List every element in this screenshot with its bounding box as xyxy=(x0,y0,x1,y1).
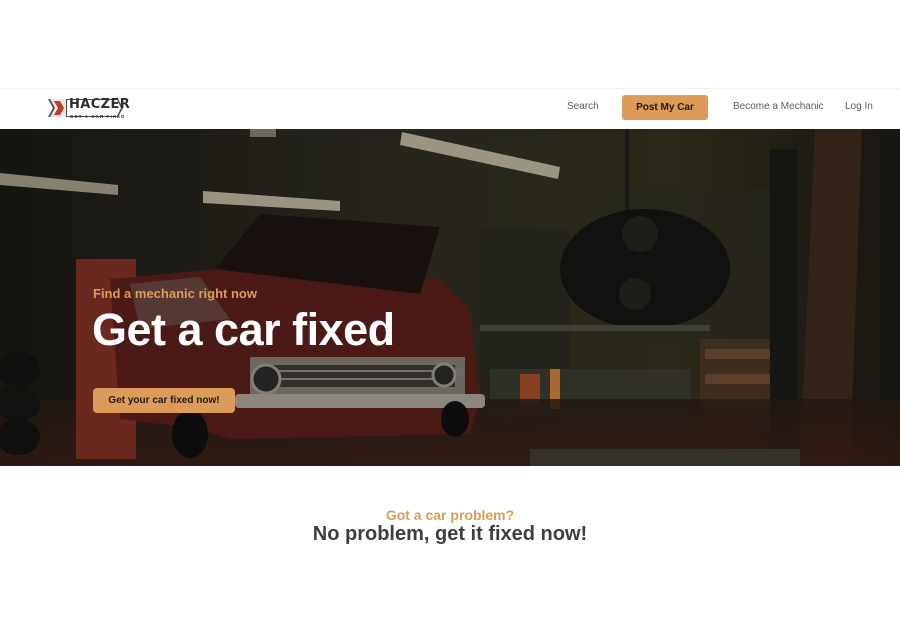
post-my-car-button[interactable]: Post My Car xyxy=(622,95,708,120)
section-title: No problem, get it fixed now! xyxy=(312,523,588,545)
nav-login-link[interactable]: Log In xyxy=(845,101,873,112)
hero-eyebrow-text: Find a mechanic right now xyxy=(93,286,257,301)
haczer-logo[interactable]: HACZER GET A CAR FIXED xyxy=(48,95,130,123)
top-navbar: HACZER GET A CAR FIXED Search Post My Ca… xyxy=(0,88,900,129)
logo-wordmark: HACZER xyxy=(69,97,131,112)
section-eyebrow-text: Got a car problem? xyxy=(385,507,515,523)
nav-become-mechanic-link[interactable]: Become a Mechanic xyxy=(733,101,824,112)
logo-tagline: GET A CAR FIXED xyxy=(70,114,126,119)
hero-banner: Find a mechanic right now Get a car fixe… xyxy=(0,129,900,466)
get-car-fixed-button[interactable]: Get your car fixed now! xyxy=(93,388,235,413)
hero-title: Get a car fixed xyxy=(92,304,395,355)
nav-search-link[interactable]: Search xyxy=(567,101,599,112)
